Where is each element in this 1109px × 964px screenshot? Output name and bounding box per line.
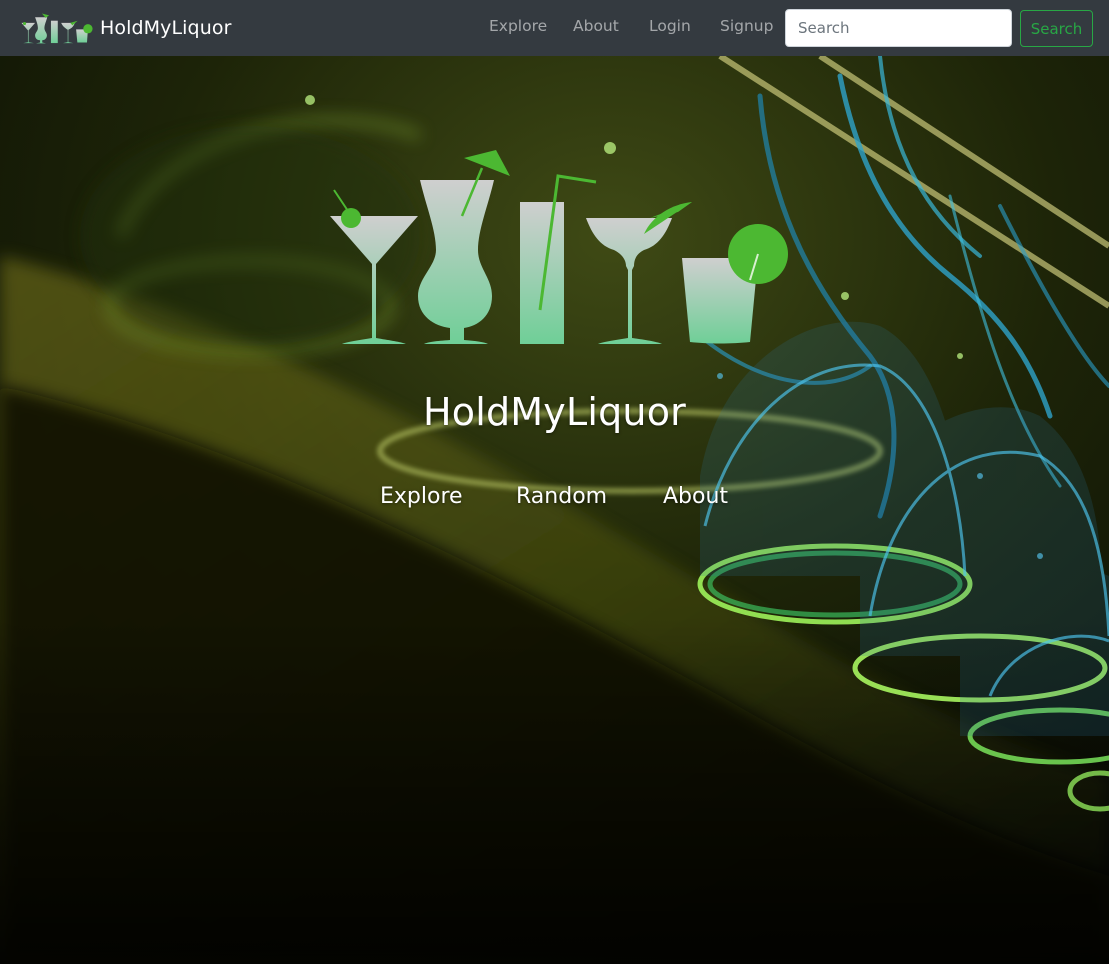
hero-link-about[interactable]: About — [663, 484, 728, 509]
search-button[interactable]: Search — [1020, 10, 1093, 47]
nav-link-about[interactable]: About — [573, 17, 619, 35]
hero-section: HoldMyLiquor Explore Random About — [0, 56, 1109, 964]
margarita-glass-icon — [586, 202, 692, 344]
cocktail-glasses-logo — [330, 150, 788, 344]
hero-link-explore[interactable]: Explore — [380, 484, 463, 509]
top-navbar: HoldMyLiquor Explore About Login Signup … — [0, 0, 1109, 56]
nav-link-explore[interactable]: Explore — [489, 17, 547, 35]
nav-link-signup[interactable]: Signup — [720, 17, 773, 35]
brand-link[interactable]: HoldMyLiquor — [18, 10, 232, 46]
brand-logo-icon — [21, 13, 93, 44]
hurricane-glass-icon — [418, 150, 510, 344]
rocks-glass-icon — [682, 224, 788, 344]
martini-glass-icon — [330, 189, 418, 344]
highball-glass-icon — [520, 174, 597, 344]
hero-navigation: Explore Random About — [0, 484, 1109, 514]
nav-link-login[interactable]: Login — [649, 17, 691, 35]
hero-title: HoldMyLiquor — [423, 390, 686, 434]
search-input[interactable] — [785, 9, 1012, 47]
brand-name: HoldMyLiquor — [100, 17, 232, 39]
hero-link-random[interactable]: Random — [516, 484, 607, 509]
